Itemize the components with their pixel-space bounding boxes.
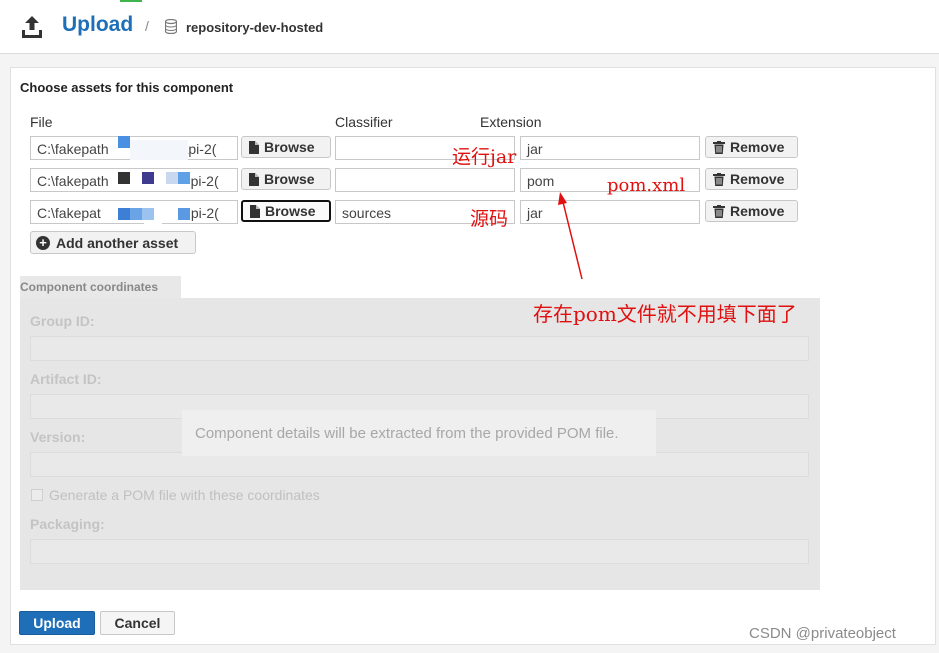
annotation-arrow [558, 192, 583, 280]
watermark: CSDN @privateobject [749, 625, 896, 642]
